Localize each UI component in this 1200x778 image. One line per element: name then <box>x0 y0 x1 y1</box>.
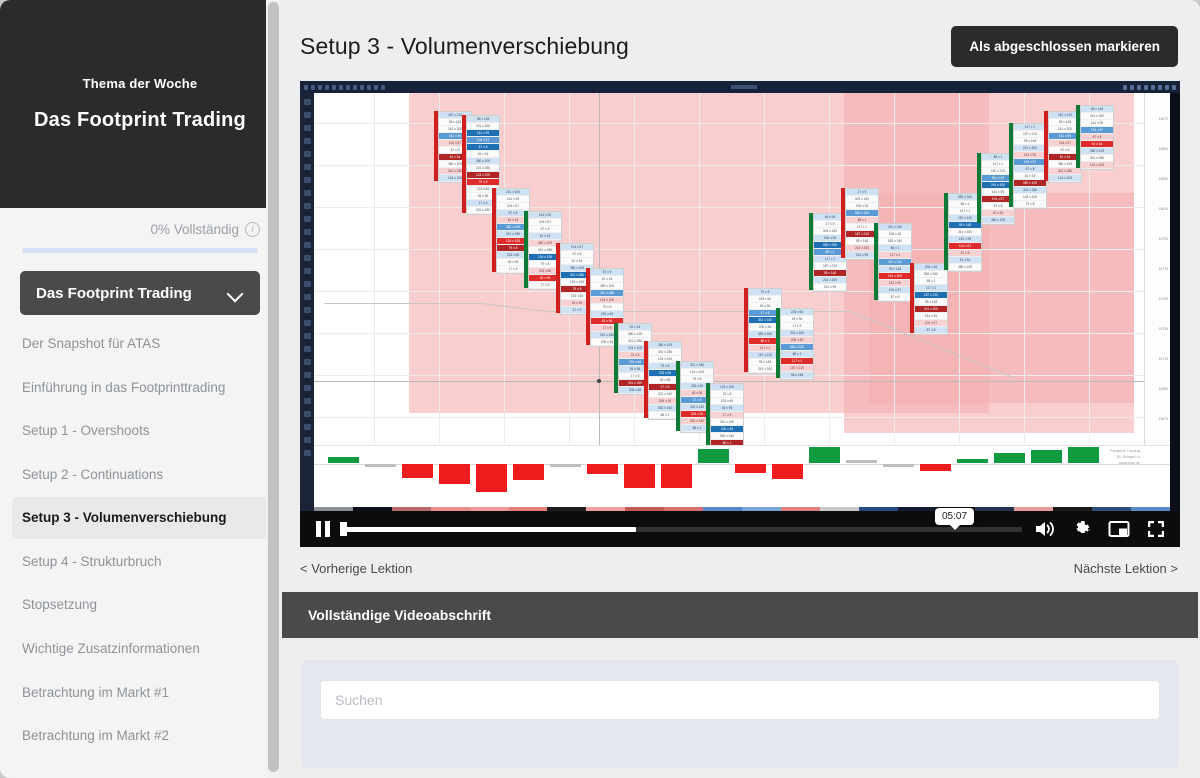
delta-bar <box>328 457 359 463</box>
delta-bar <box>772 464 803 479</box>
sidebar-lesson-item[interactable]: Setup 2 - Continuations <box>12 454 268 496</box>
delta-bar <box>550 464 581 467</box>
course-hero: Thema der Woche Das Footprint Trading <box>0 0 280 208</box>
delta-bar <box>365 464 396 467</box>
sidebar-lesson-item[interactable]: Setup 3 - Volumenverschiebung <box>12 497 268 539</box>
sidebar-lesson-item[interactable]: Betrachtung im Markt #1 <box>12 672 268 714</box>
sidebar-lesson-item[interactable]: Einführung in das Footprinttrading <box>12 367 268 409</box>
app-root: Thema der Woche Das Footprint Trading 0%… <box>0 0 1200 778</box>
delta-bar <box>846 460 877 463</box>
sidebar-lesson-item[interactable]: Stopsetzung <box>12 584 268 626</box>
course-sidebar: Thema der Woche Das Footprint Trading 0%… <box>0 0 280 778</box>
delta-bar <box>809 447 840 463</box>
sidebar-section-title: Das Footprint Trading <box>36 284 192 302</box>
chart-app-toolbar <box>300 81 1180 93</box>
video-player[interactable]: 14870 14850 14830 14810 14790 14770 14750 14730… <box>300 81 1180 547</box>
sidebar-scrollbar[interactable] <box>266 0 280 778</box>
price-axis-tick: 14810 <box>1158 207 1168 211</box>
delta-bar <box>439 464 470 484</box>
next-lesson-link[interactable]: Nächste Lektion > <box>1074 561 1178 576</box>
course-progress: 0% Vollständig i <box>0 208 280 253</box>
sidebar-lesson-item[interactable]: Setup 1 - Overshoots <box>12 410 268 452</box>
transcript-body <box>280 638 1200 768</box>
sidebar-lesson-item[interactable]: Setup 4 - Strukturbruch <box>12 541 268 583</box>
sidebar-scrollbar-thumb[interactable] <box>268 2 279 772</box>
lesson-main: Setup 3 - Volumenverschiebung Als abgesc… <box>280 0 1200 778</box>
lesson-header: Setup 3 - Volumenverschiebung Als abgesc… <box>280 0 1200 81</box>
delta-bar <box>698 449 729 463</box>
lesson-navigation: < Vorherige Lektion Nächste Lektion > <box>280 547 1200 592</box>
chart-tool-rail <box>300 93 314 547</box>
pause-icon[interactable] <box>314 520 332 538</box>
miniplayer-icon[interactable] <box>1108 519 1130 539</box>
delta-bar <box>402 464 433 478</box>
price-axis-tick: 14730 <box>1158 327 1168 331</box>
price-axis-tick: 14770 <box>1158 267 1168 271</box>
fullscreen-icon[interactable] <box>1146 519 1166 539</box>
delta-bar <box>957 459 988 463</box>
player-controls <box>300 511 1180 547</box>
delta-bar <box>1068 447 1099 463</box>
seek-bar[interactable] <box>340 520 1022 538</box>
gear-icon[interactable] <box>1072 519 1092 539</box>
delta-bar <box>476 464 507 492</box>
sidebar-lesson-item[interactable]: Wichtige Zusatzinformationen <box>12 628 268 670</box>
hero-title: Das Footprint Trading <box>34 109 246 131</box>
mark-complete-button[interactable]: Als abgeschlossen markieren <box>951 26 1178 67</box>
delta-indicator-pane: Footprint Trading DL Rangeö 4 www.ipsi.de <box>314 445 1170 507</box>
delta-bar <box>587 464 618 474</box>
chevron-down-icon <box>228 285 244 301</box>
price-axis-tick: 14870 <box>1158 117 1168 121</box>
page-title: Setup 3 - Volumenverschiebung <box>300 33 629 59</box>
seek-time-tooltip: 05:07 <box>935 508 975 530</box>
player-right-controls <box>1034 519 1166 539</box>
chart-watermark: Footprint Trading DL Rangeö 4 www.ipsi.de <box>1109 448 1140 465</box>
sidebar-lesson-item[interactable]: Betrachtung im Markt #2 <box>12 715 268 757</box>
prev-lesson-link[interactable]: < Vorherige Lektion <box>300 561 412 576</box>
delta-bar <box>1031 450 1062 463</box>
delta-bar <box>920 464 951 471</box>
transcript-header: Vollständige Videoabschrift <box>282 592 1198 638</box>
info-icon[interactable]: i <box>245 222 260 237</box>
seek-knob[interactable] <box>340 522 347 536</box>
delta-bar <box>735 464 766 473</box>
price-axis-tick: 14830 <box>1158 177 1168 181</box>
hero-kicker: Thema der Woche <box>82 76 198 91</box>
search-input[interactable] <box>320 680 1160 720</box>
delta-bar <box>883 464 914 467</box>
delta-bar <box>513 464 544 480</box>
price-axis-tick: 14670 <box>1158 417 1168 421</box>
progress-row: 0% Vollständig i <box>20 222 260 237</box>
sidebar-lesson-item[interactable]: Der Snapshot für ATAS <box>12 323 268 365</box>
transcript-search-panel <box>302 660 1178 768</box>
price-axis-tick: 14710 <box>1158 357 1168 361</box>
price-axis-tick: 14750 <box>1158 297 1168 301</box>
delta-bar <box>994 453 1025 463</box>
price-axis-tick: 14850 <box>1158 147 1168 151</box>
progress-label: 0% Vollständig <box>150 222 239 237</box>
volume-icon[interactable] <box>1034 519 1056 539</box>
price-axis-tick: 14790 <box>1158 237 1168 241</box>
sidebar-section-header[interactable]: Das Footprint Trading <box>20 271 260 315</box>
delta-bar <box>624 464 655 488</box>
progress-track <box>22 248 258 253</box>
delta-bar <box>661 464 692 488</box>
price-axis-tick: 14690 <box>1158 387 1168 391</box>
lesson-list: Der Snapshot für ATAS Einführung in das F… <box>0 315 280 778</box>
